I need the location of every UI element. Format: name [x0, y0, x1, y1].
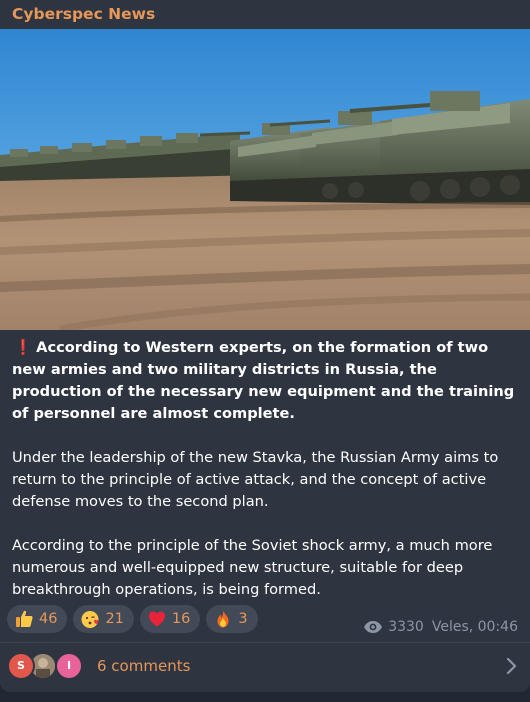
- avatar: I: [55, 652, 83, 680]
- post-paragraph-3: According to the principle of the Soviet…: [12, 537, 493, 598]
- commenter-avatars: S I: [7, 652, 87, 680]
- post-paragraph-1: ❗ According to Western experts, on the fo…: [12, 337, 522, 425]
- author-time: Veles, 00:46: [431, 619, 518, 635]
- fire-icon: [217, 610, 229, 628]
- reactions-bar: 46 21 16 3: [7, 605, 258, 633]
- reaction-fire[interactable]: 3: [206, 605, 258, 633]
- reaction-count: 21: [105, 611, 124, 627]
- reaction-heart[interactable]: 16: [139, 605, 201, 633]
- reaction-thumbs-up[interactable]: 46: [7, 605, 68, 633]
- reaction-count: 3: [238, 611, 248, 627]
- reaction-count: 16: [171, 611, 191, 627]
- channel-post: Cyberspec News ❗ According to Western ex…: [0, 0, 530, 692]
- post-paragraph-1-text: According to Western experts, on the for…: [12, 339, 515, 422]
- post-meta: 3330 Veles, 00:46: [363, 617, 518, 637]
- thumbs-up-icon: [16, 610, 33, 627]
- comments-button[interactable]: S I 6 comments: [0, 643, 530, 692]
- channel-name[interactable]: Cyberspec News: [12, 3, 155, 25]
- exclamation-icon: ❗: [14, 339, 33, 356]
- reaction-count: 46: [39, 611, 58, 627]
- view-count: 3330: [388, 619, 424, 635]
- post-text: ❗ According to Western experts, on the fo…: [12, 337, 522, 601]
- eye-icon: [364, 621, 383, 633]
- heart-icon: [148, 611, 165, 627]
- post-photo[interactable]: [0, 29, 530, 330]
- comments-count: 6 comments: [97, 657, 191, 675]
- chevron-right-icon: [506, 657, 517, 675]
- reaction-heart-kiss-face[interactable]: 21: [73, 605, 134, 633]
- post-paragraph-2: Under the leadership of the new Stavka, …: [12, 449, 499, 510]
- face-blowing-kiss-icon: [81, 611, 100, 628]
- avatar: S: [7, 652, 35, 680]
